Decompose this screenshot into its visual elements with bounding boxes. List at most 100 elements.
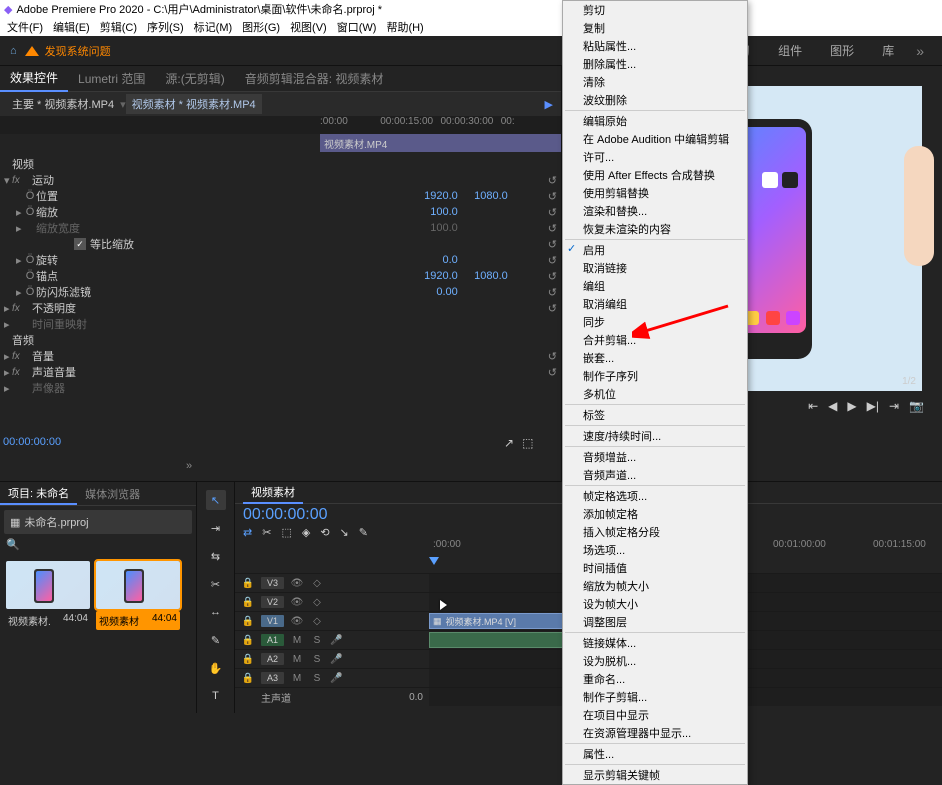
context-menu-item[interactable]: 音频声道... (563, 466, 747, 484)
context-menu-item[interactable]: 速度/持续时间... (563, 427, 747, 445)
tool-pen[interactable]: ✎ (206, 630, 226, 650)
ec-clip[interactable]: 视频素材.MP4 (320, 134, 561, 152)
context-menu-item[interactable]: 使用剪辑替换 (563, 184, 747, 202)
context-menu-item[interactable]: 添加帧定格 (563, 505, 747, 523)
menu-item[interactable]: 标记(M) (191, 18, 236, 36)
timeline-tool-icon[interactable]: ◈ (302, 526, 310, 539)
tab-media-browser[interactable]: 媒体浏览器 (77, 484, 148, 504)
tool-slip[interactable]: ↔ (206, 602, 226, 622)
settings-icon[interactable]: ⬚ (522, 436, 533, 450)
context-menu-item[interactable]: 波纹删除 (563, 91, 747, 109)
context-menu-item[interactable]: 链接媒体... (563, 634, 747, 652)
sequence-tab[interactable]: 视频素材 (243, 482, 303, 504)
context-menu-item[interactable]: 粘贴属性... (563, 37, 747, 55)
context-menu-item[interactable]: 恢复未渲染的内容 (563, 220, 747, 238)
zoom-level[interactable]: 1/2 (902, 376, 916, 387)
play-icon[interactable]: ▶ (545, 98, 553, 111)
context-menu-item[interactable]: 删除属性... (563, 55, 747, 73)
context-menu-item[interactable]: 调整图层 (563, 613, 747, 631)
context-menu-item[interactable]: 合并剪辑... (563, 331, 747, 349)
bin-item[interactable]: 视频素材44:04 (96, 561, 180, 630)
play-icon[interactable]: ▶ (847, 399, 856, 413)
context-menu-item[interactable]: 取消编组 (563, 295, 747, 313)
tool-type[interactable]: T (206, 686, 226, 706)
menu-item[interactable]: 帮助(H) (383, 18, 426, 36)
context-menu-item[interactable]: 许可... (563, 148, 747, 166)
timeline-tool-icon[interactable]: ⟲ (320, 526, 329, 539)
menu-item[interactable]: 序列(S) (144, 18, 187, 36)
eye-icon[interactable]: 👁 (290, 578, 304, 589)
share-icon[interactable]: ↗ (504, 436, 514, 450)
export-frame-icon[interactable]: 📷 (909, 399, 924, 413)
menu-item[interactable]: 剪辑(C) (97, 18, 140, 36)
context-menu-item[interactable]: 在资源管理器中显示... (563, 724, 747, 742)
tab-library[interactable]: 库 (868, 38, 908, 63)
tool-hand[interactable]: ✋ (206, 658, 226, 678)
context-menu-item[interactable]: 渲染和替换... (563, 202, 747, 220)
context-menu-item[interactable]: 音频增益... (563, 448, 747, 466)
tool-track-select[interactable]: ⇥ (206, 518, 226, 538)
uniform-scale-checkbox[interactable]: ✓ (74, 238, 86, 250)
panel-more-icon[interactable]: » (186, 460, 194, 472)
context-menu-item[interactable]: 取消链接 (563, 259, 747, 277)
tab-project[interactable]: 项目: 未命名 (0, 483, 77, 505)
timeline-timecode[interactable]: 00:00:00:00 (243, 506, 328, 524)
context-menu-item[interactable]: 帧定格选项... (563, 487, 747, 505)
tab-assembly[interactable]: 组件 (764, 38, 816, 63)
lock-icon[interactable]: 🔒 (241, 578, 255, 589)
keyframe-icon[interactable]: Ö (24, 190, 36, 202)
goto-in-icon[interactable]: ⇤ (808, 399, 818, 413)
context-menu-item[interactable]: 剪切 (563, 1, 747, 19)
timeline-tool-icon[interactable]: ✎ (359, 526, 368, 539)
context-menu-item[interactable]: 显示剪辑关键帧 (563, 766, 747, 784)
timeline-tool-icon[interactable]: ✂ (262, 526, 271, 539)
menubar[interactable]: 文件(F)编辑(E)剪辑(C)序列(S)标记(M)图形(G)视图(V)窗口(W)… (0, 18, 942, 36)
context-menu-item[interactable]: 缩放为帧大小 (563, 577, 747, 595)
tool-ripple[interactable]: ⇆ (206, 546, 226, 566)
home-icon[interactable]: ⌂ (10, 45, 17, 57)
context-menu-item[interactable]: 同步 (563, 313, 747, 331)
tool-selection[interactable]: ↖ (206, 490, 226, 510)
context-menu-item[interactable]: 使用 After Effects 合成替换 (563, 166, 747, 184)
source-timecode[interactable]: 00:00:00:00 (3, 436, 61, 448)
menu-item[interactable]: 图形(G) (239, 18, 283, 36)
context-menu-item[interactable]: 编组 (563, 277, 747, 295)
system-warning[interactable]: 发现系统问题 (25, 43, 111, 59)
menu-item[interactable]: 编辑(E) (50, 18, 93, 36)
context-menu-item[interactable]: 制作子剪辑... (563, 688, 747, 706)
context-menu-item[interactable]: 场选项... (563, 541, 747, 559)
context-menu-item[interactable]: 设为帧大小 (563, 595, 747, 613)
context-menu-item[interactable]: 重命名... (563, 670, 747, 688)
context-menu-item[interactable]: 属性... (563, 745, 747, 763)
search-icon[interactable]: 🔍 (0, 539, 20, 551)
context-menu-item[interactable]: 嵌套... (563, 349, 747, 367)
context-menu-item[interactable]: 在 Adobe Audition 中编辑剪辑 (563, 130, 747, 148)
menu-item[interactable]: 视图(V) (287, 18, 330, 36)
context-menu-item[interactable]: ✓启用 (563, 241, 747, 259)
step-fwd-icon[interactable]: ▶| (867, 399, 879, 413)
audio-clip[interactable] (429, 632, 569, 648)
context-menu-item[interactable]: 设为脱机... (563, 652, 747, 670)
context-menu-item[interactable]: 插入帧定格分段 (563, 523, 747, 541)
reset-icon[interactable]: ↺ (548, 174, 557, 187)
tab-audio-mixer[interactable]: 音频剪辑混合器: 视频素材 (235, 66, 394, 91)
ec-ruler[interactable]: :00:0000:00:15:0000:00:30:0000: (0, 116, 561, 134)
goto-out-icon[interactable]: ⇥ (889, 399, 899, 413)
tool-razor[interactable]: ✂ (206, 574, 226, 594)
timeline-tool-icon[interactable]: ⬚ (281, 526, 291, 539)
context-menu-item[interactable]: 时间插值 (563, 559, 747, 577)
tab-lumetri-scopes[interactable]: Lumetri 范围 (68, 66, 155, 91)
context-menu-item[interactable]: 在项目中显示 (563, 706, 747, 724)
clip-context-menu[interactable]: 剪切复制粘贴属性...删除属性...清除波纹删除编辑原始在 Adobe Audi… (562, 0, 748, 785)
playhead-icon[interactable] (429, 557, 439, 565)
context-menu-item[interactable]: 编辑原始 (563, 112, 747, 130)
timeline-tool-icon[interactable]: ⇄ (243, 526, 252, 539)
tab-effect-controls[interactable]: 效果控件 (0, 65, 68, 92)
tab-graphics[interactable]: 图形 (816, 38, 868, 63)
context-menu-item[interactable]: 制作子序列 (563, 367, 747, 385)
context-menu-item[interactable]: 清除 (563, 73, 747, 91)
timeline-tool-icon[interactable]: ↘ (340, 526, 349, 539)
project-file[interactable]: ▦ 未命名.prproj (4, 510, 192, 534)
context-menu-item[interactable]: 多机位 (563, 385, 747, 403)
context-menu-item[interactable]: 标签 (563, 406, 747, 424)
